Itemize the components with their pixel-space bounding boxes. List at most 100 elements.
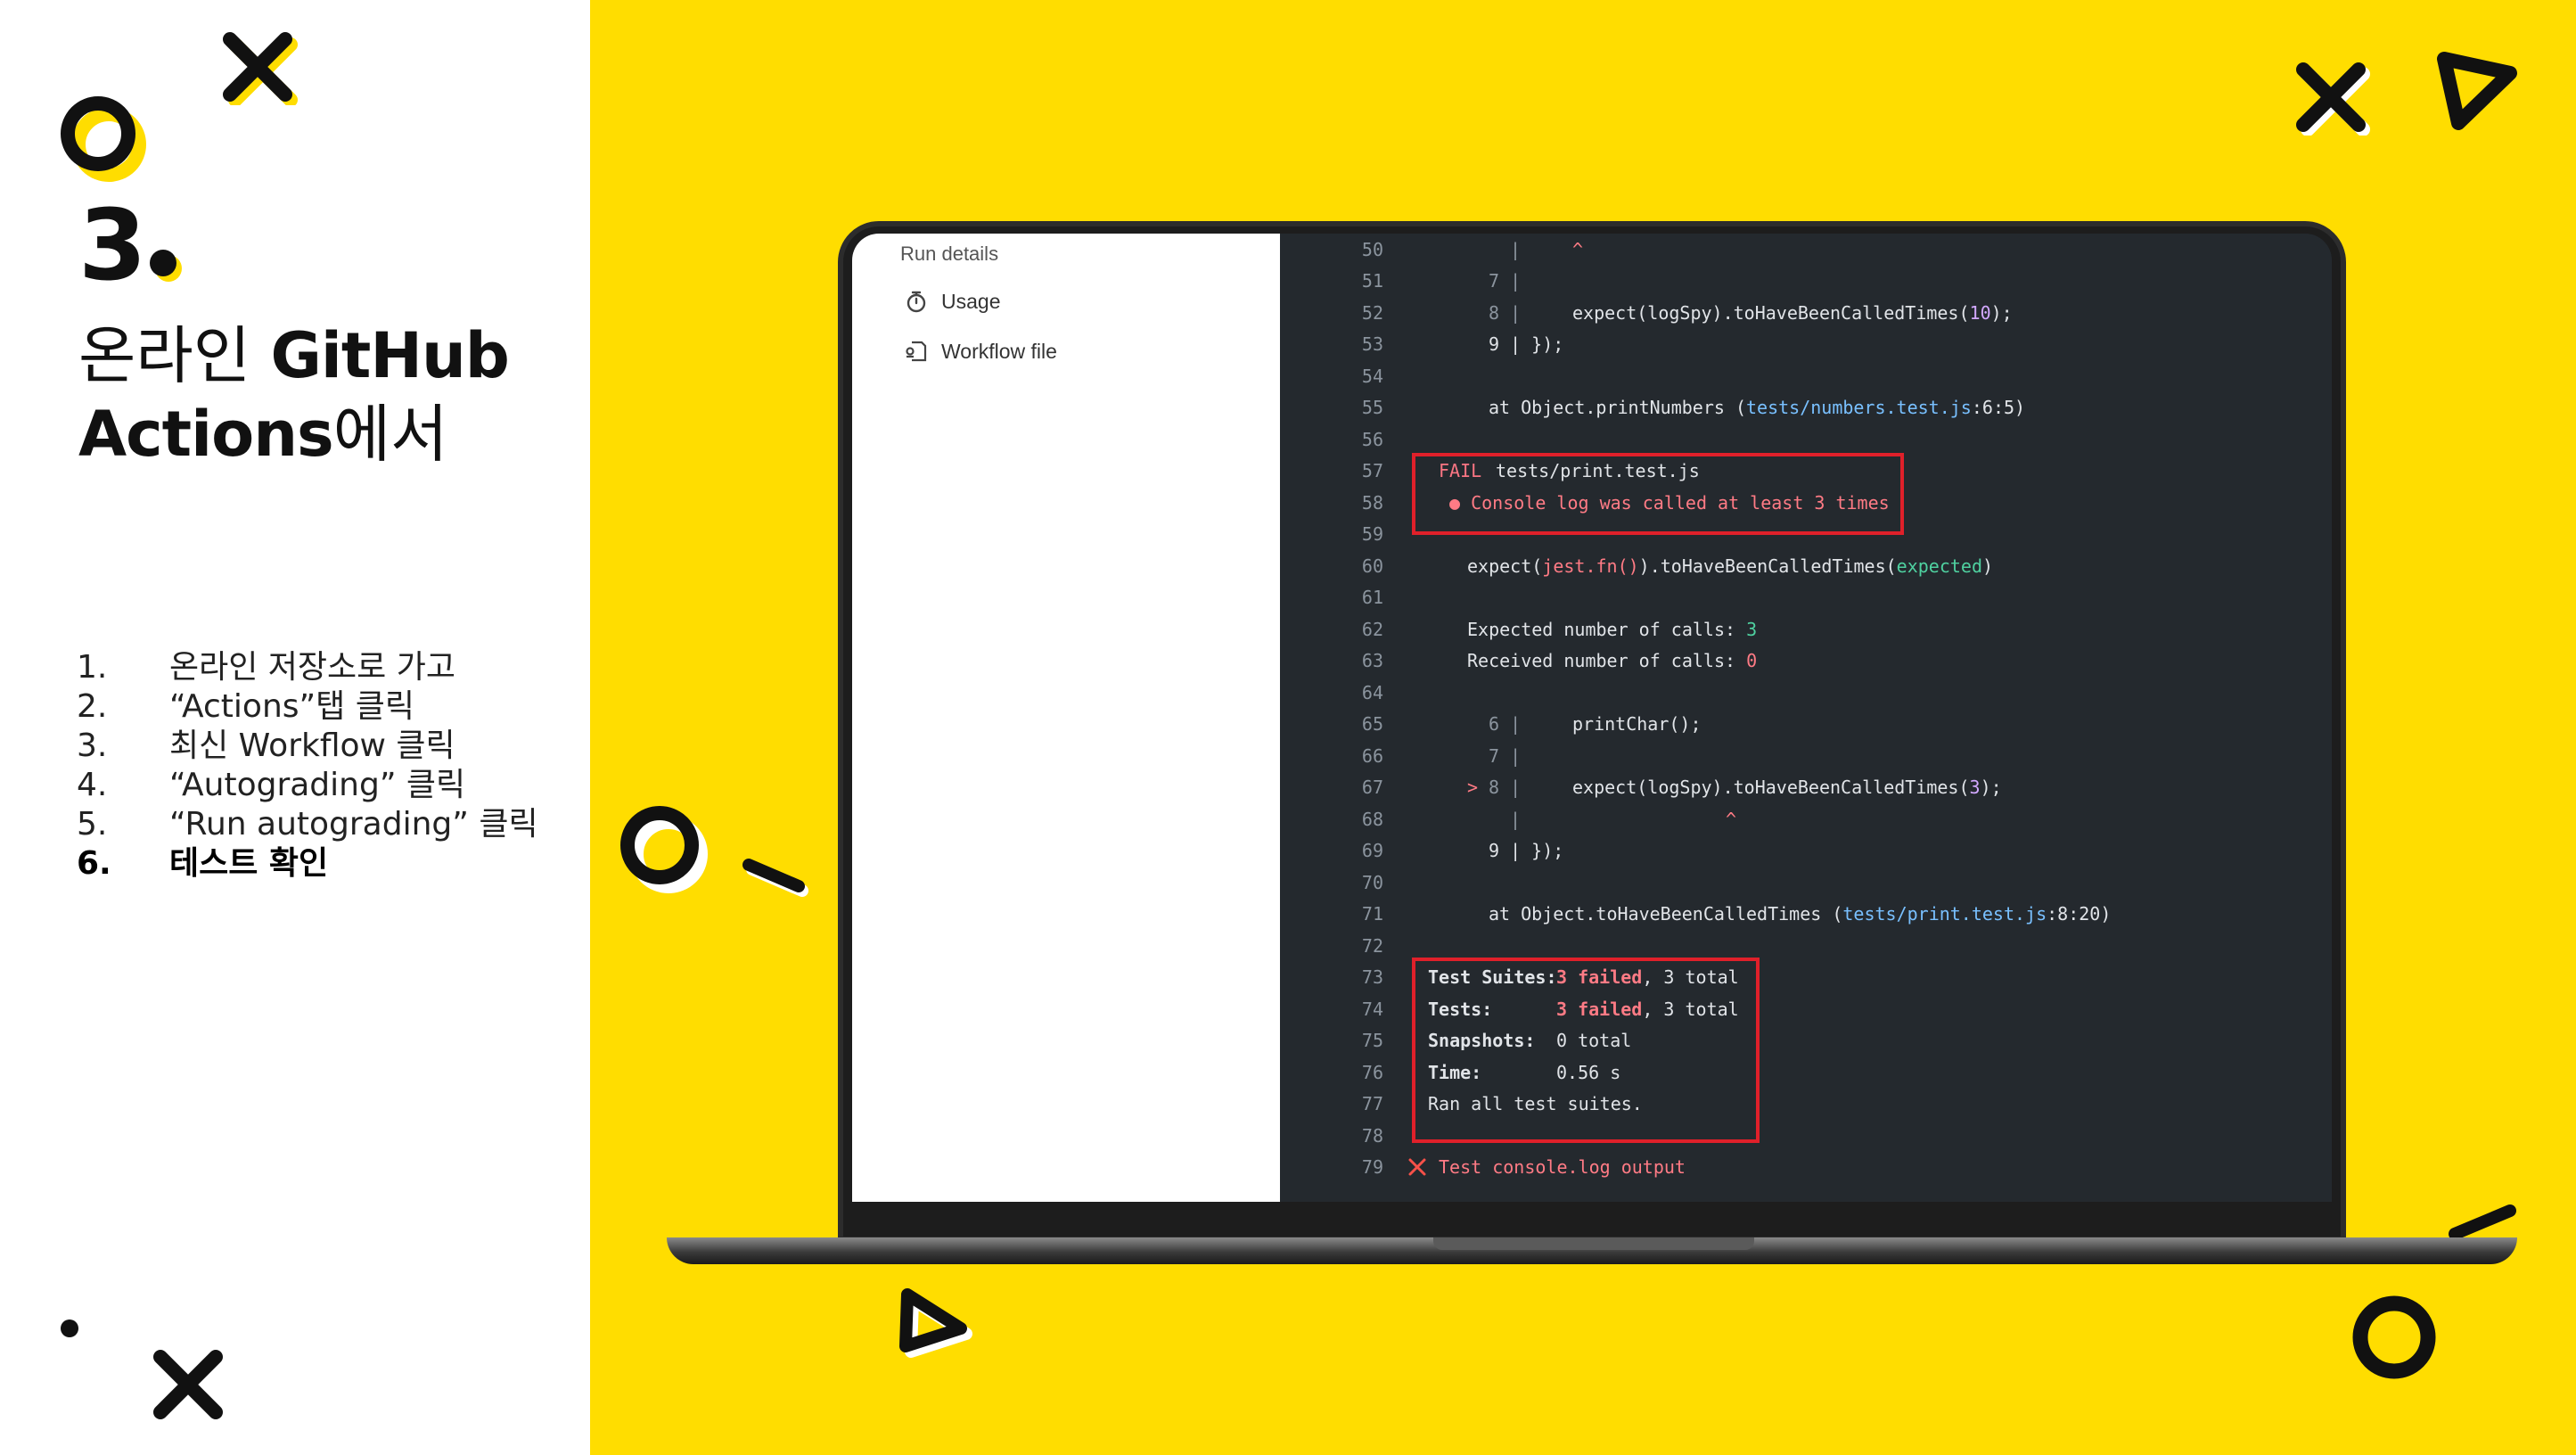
x-mark-icon bbox=[153, 1350, 223, 1419]
log-line: 69 9 | }); bbox=[1280, 834, 1563, 866]
line-number: 74 bbox=[1361, 998, 1383, 1020]
step-text: 온라인 저장소로 가고 bbox=[169, 649, 455, 686]
log-line: 59 bbox=[1280, 518, 1383, 549]
line-number: 56 bbox=[1361, 428, 1383, 450]
log-line: 60 expect(jest.fn()).toHaveBeenCalledTim… bbox=[1280, 550, 1993, 581]
line-number: 60 bbox=[1361, 555, 1383, 577]
line-number: 71 bbox=[1361, 902, 1383, 925]
slide-number-dot bbox=[150, 250, 176, 276]
step-item: 3. 최신 Workflow 클릭 bbox=[77, 727, 538, 766]
steps-list: 1. 온라인 저장소로 가고 2. “Actions”탭 클릭 3. 최신 Workf… bbox=[77, 648, 538, 884]
code-expect: expect( bbox=[1467, 555, 1543, 577]
title-bold-1: GitHub bbox=[270, 319, 509, 392]
line-number: 55 bbox=[1361, 396, 1383, 418]
sidebar-item-label: Usage bbox=[941, 289, 1001, 313]
x-mark-icon bbox=[223, 32, 298, 105]
run-details-heading: Run details bbox=[900, 242, 999, 265]
code-close: ); bbox=[1980, 776, 2002, 798]
log-line: 65 6 | printChar(); bbox=[1280, 708, 1702, 739]
log-output[interactable]: 50 | ^ 51 7 | 52 8 | expect(logSpy).toHa… bbox=[1280, 234, 2332, 1202]
step-text: “Actions”탭 클릭 bbox=[169, 688, 414, 725]
log-line: 52 8 | expect(logSpy).toHaveBeenCalledTi… bbox=[1280, 297, 2013, 328]
file-path: tests/print.test.js bbox=[1842, 902, 2047, 925]
circle-shape-icon bbox=[620, 806, 708, 893]
line-number: 52 bbox=[1361, 301, 1383, 324]
step-text: 테스트 확인 bbox=[169, 845, 329, 882]
step-item: 2. “Actions”탭 클릭 bbox=[77, 687, 538, 727]
log-line: 50 | ^ bbox=[1280, 234, 1583, 265]
step-text: 최신 Workflow 클릭 bbox=[169, 728, 455, 764]
log-line: 78 bbox=[1280, 1120, 1383, 1151]
sidebar-item-label: Workflow file bbox=[941, 339, 1057, 363]
line-number: 78 bbox=[1361, 1124, 1383, 1147]
code-text: 6 | bbox=[1489, 712, 1522, 735]
triangle-shape-icon bbox=[899, 1288, 972, 1358]
log-line: 77 Ran all test suites. bbox=[1280, 1088, 1643, 1119]
step-number: 2. bbox=[77, 688, 108, 725]
step-number: 4. bbox=[77, 767, 108, 803]
code-text: 7 | bbox=[1489, 269, 1522, 292]
circle-shape-icon bbox=[61, 96, 146, 182]
code-text: 9 | }); bbox=[1489, 839, 1564, 861]
line-number: 59 bbox=[1361, 522, 1383, 545]
line-number: 72 bbox=[1361, 934, 1383, 957]
log-line: 61 bbox=[1280, 581, 1383, 612]
code-text: | bbox=[1510, 808, 1522, 830]
step-number: 3. bbox=[77, 728, 108, 764]
code-text: 8 | bbox=[1489, 301, 1522, 324]
code-text: Received number of calls: 0 bbox=[1467, 650, 1757, 671]
code-number: 3 bbox=[1969, 776, 1981, 798]
line-number: 65 bbox=[1361, 712, 1383, 735]
fail-highlight-box bbox=[1412, 453, 1904, 535]
sidebar-item-usage[interactable]: Usage bbox=[904, 289, 1000, 314]
stack-location: :8:20) bbox=[2047, 902, 2112, 925]
code-call: expect(logSpy).toHaveBeenCalledTimes( bbox=[1572, 301, 1970, 324]
code-call: expect(logSpy).toHaveBeenCalledTimes( bbox=[1572, 776, 1970, 798]
step-number: 5. bbox=[77, 806, 108, 843]
laptop-screen: Run details Usage Workflow file 50 | ^ 5… bbox=[852, 234, 2332, 1202]
code-text: expect(logSpy).toHaveBeenCalledTimes(10)… bbox=[1572, 302, 2013, 324]
line-number: 58 bbox=[1361, 491, 1383, 514]
dash-shape-icon bbox=[742, 859, 808, 897]
run-details-sidebar: Run details Usage Workflow file bbox=[852, 234, 1280, 1202]
stack-location: :6:5) bbox=[1971, 396, 2026, 418]
code-matcher: ).toHaveBeenCalledTimes( bbox=[1638, 555, 1897, 577]
triangle-shape-icon bbox=[2437, 52, 2517, 130]
log-line: 79 Test console.log output bbox=[1280, 1151, 1686, 1182]
log-line: 64 bbox=[1280, 677, 1383, 708]
expected-calls-label: Expected number of calls: bbox=[1467, 618, 1747, 640]
log-line: 70 bbox=[1280, 867, 1383, 898]
step-item: 4. “Autograding” 클릭 bbox=[77, 766, 538, 805]
line-number: 68 bbox=[1361, 808, 1383, 830]
log-line: 57 FAIL tests/print.test.js bbox=[1280, 455, 1700, 486]
log-line: 68 | ^ bbox=[1280, 803, 1736, 834]
line-number: 73 bbox=[1361, 966, 1383, 988]
code-text: 8 | bbox=[1489, 776, 1522, 798]
step-item: 1. 온라인 저장소로 가고 bbox=[77, 648, 538, 687]
code-text: 9 | }); bbox=[1489, 333, 1564, 355]
code-number: 10 bbox=[1969, 301, 1991, 324]
line-number: 61 bbox=[1361, 586, 1383, 608]
line-number: 57 bbox=[1361, 459, 1383, 481]
code-text: at Object.printNumbers (tests/numbers.te… bbox=[1489, 397, 2025, 418]
log-line: 62 Expected number of calls: 3 bbox=[1280, 613, 1757, 645]
sidebar-item-workflow-file[interactable]: Workflow file bbox=[904, 339, 1057, 364]
laptop-notch bbox=[1433, 1237, 1754, 1250]
line-number: 64 bbox=[1361, 681, 1383, 703]
line-number: 50 bbox=[1361, 238, 1383, 260]
log-line: 53 9 | }); bbox=[1280, 328, 1563, 359]
code-text: printChar(); bbox=[1572, 712, 1702, 735]
log-line: 55 at Object.printNumbers (tests/numbers… bbox=[1280, 391, 2025, 423]
test-step-title[interactable]: Test console.log output bbox=[1439, 1156, 1686, 1178]
summary-highlight-box bbox=[1412, 958, 1760, 1143]
stopwatch-icon bbox=[907, 291, 926, 313]
log-line: 72 bbox=[1280, 930, 1383, 961]
log-line: 66 7 | bbox=[1280, 740, 1521, 771]
log-line: 63 Received number of calls: 0 bbox=[1280, 645, 1757, 676]
step-text: “Autograding” 클릭 bbox=[169, 767, 466, 803]
file-path: tests/numbers.test.js bbox=[1745, 396, 1972, 418]
log-line: 73 Test Suites: 3 failed, 3 total bbox=[1280, 961, 1739, 992]
line-number: 79 bbox=[1361, 1155, 1383, 1178]
line-number: 51 bbox=[1361, 269, 1383, 292]
log-line: 67 > 8 | expect(logSpy).toHaveBeenCalled… bbox=[1280, 771, 2002, 802]
